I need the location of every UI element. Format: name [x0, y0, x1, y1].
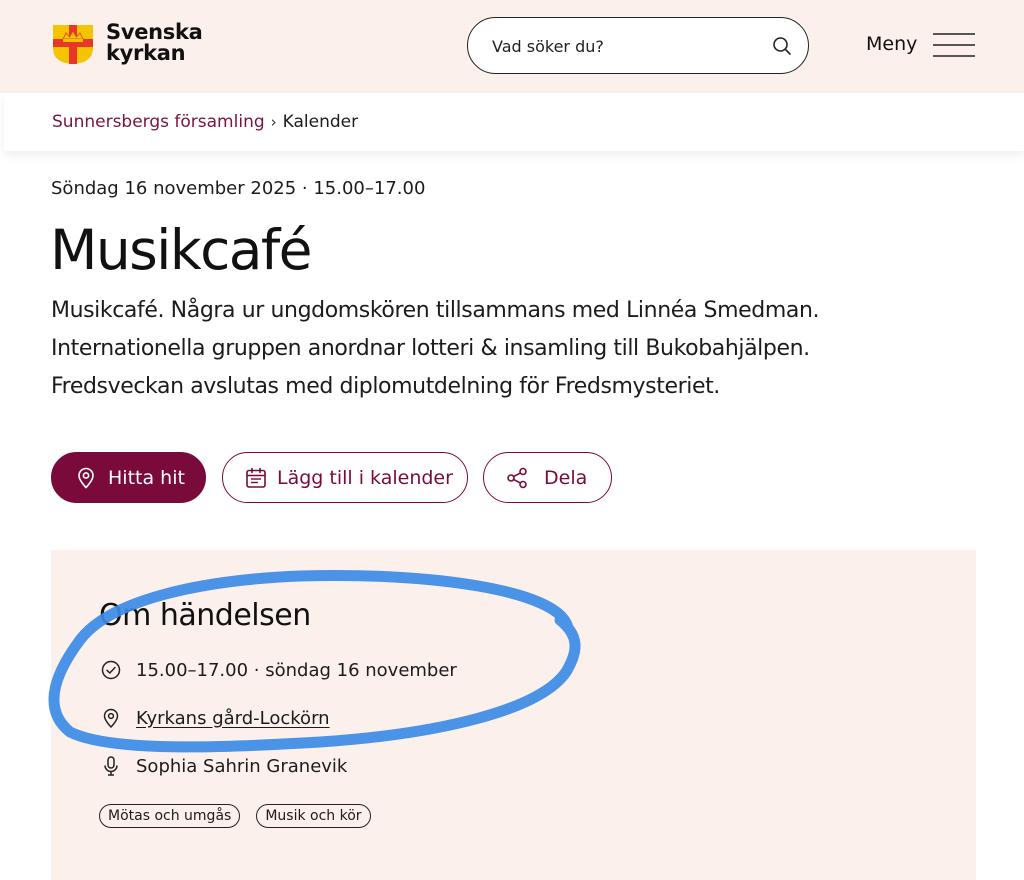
- map-pin-icon: [78, 467, 94, 489]
- about-event-card: Om händelsen 15.00–17.00 · söndag 16 nov…: [51, 550, 976, 880]
- search-icon[interactable]: [772, 36, 792, 56]
- site-header: Svenska kyrkan Meny: [0, 0, 1024, 93]
- event-description-line: Internationella gruppen anordnar lotteri…: [51, 336, 810, 361]
- search-input[interactable]: [492, 33, 762, 59]
- tag-chip[interactable]: Musik och kör: [256, 804, 371, 828]
- event-description-line: Musikcafé. Några ur ungdomskören tillsam…: [51, 298, 820, 323]
- breadcrumb-parish-link[interactable]: Sunnersbergs församling: [52, 112, 265, 132]
- directions-button[interactable]: Hitta hit: [51, 452, 206, 503]
- event-description-line: Fredsveckan avslutas med diplomutdelning…: [51, 374, 720, 399]
- page-title: Musikcafé: [50, 218, 312, 282]
- logo-line-2: kyrkan: [106, 41, 186, 65]
- event-place-row: Kyrkans gård-Lockörn: [100, 707, 330, 729]
- event-time-text: 15.00–17.00 · söndag 16 november: [136, 659, 457, 681]
- search-box: [467, 17, 809, 74]
- event-description: Musikcafé. Några ur ungdomskören tillsam…: [51, 292, 951, 406]
- breadcrumb-separator: ›: [270, 113, 277, 131]
- clock-check-icon: [101, 660, 121, 680]
- map-pin-icon: [103, 708, 119, 729]
- event-person-text: Sophia Sahrin Granevik: [136, 755, 348, 777]
- event-person-row: Sophia Sahrin Granevik: [100, 755, 347, 777]
- share-button-label: Dela: [544, 466, 588, 489]
- add-to-calendar-button[interactable]: Lägg till i kalender: [222, 452, 468, 503]
- tag-chip[interactable]: Mötas och umgås: [99, 804, 241, 828]
- calendar-icon: [246, 467, 266, 488]
- event-tags: Mötas och umgås Musik och kör: [99, 804, 371, 828]
- event-date-time: Söndag 16 november 2025 · 15.00–17.00: [51, 178, 426, 199]
- add-to-calendar-label: Lägg till i kalender: [277, 466, 453, 489]
- breadcrumb-bar: Sunnersbergs församling › Kalender: [4, 93, 1024, 151]
- breadcrumb: Sunnersbergs församling › Kalender: [52, 112, 358, 132]
- directions-button-label: Hitta hit: [108, 466, 185, 489]
- svenska-kyrkan-logo-icon[interactable]: [52, 24, 94, 65]
- share-button[interactable]: Dela: [483, 452, 612, 503]
- share-icon: [507, 467, 527, 488]
- event-place-link[interactable]: Kyrkans gård-Lockörn: [136, 708, 330, 729]
- event-time-row: 15.00–17.00 · söndag 16 november: [100, 659, 457, 681]
- logo-line-1: Svenska: [106, 20, 203, 44]
- breadcrumb-current: Kalender: [282, 112, 359, 132]
- microphone-icon: [104, 756, 118, 776]
- about-heading: Om händelsen: [99, 598, 311, 633]
- hamburger-icon[interactable]: [933, 32, 975, 58]
- menu-label[interactable]: Meny: [866, 33, 917, 55]
- logo-wordmark[interactable]: Svenska kyrkan: [106, 22, 203, 64]
